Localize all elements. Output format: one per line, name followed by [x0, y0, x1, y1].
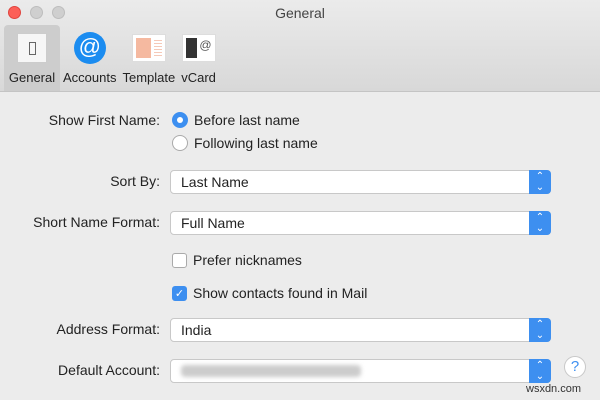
- watermark: wsxdn.com: [526, 383, 582, 395]
- blurred-account: [181, 365, 361, 377]
- tab-template[interactable]: Template: [119, 25, 178, 91]
- switch-icon: [15, 32, 49, 64]
- help-button[interactable]: ?: [564, 356, 586, 378]
- select-value: India: [181, 322, 212, 338]
- radio-before-last-name[interactable]: Before last name: [172, 112, 300, 128]
- radio-off: [172, 135, 188, 151]
- chevron-updown-icon: ⌃ ⌄: [529, 211, 551, 235]
- vcard-icon: @: [181, 32, 216, 64]
- address-format-label: Address Format:: [56, 321, 160, 337]
- sort-by-label: Sort By:: [110, 173, 160, 189]
- checkmark-icon: ✓: [172, 285, 187, 301]
- chevron-updown-icon: ⌃ ⌄: [529, 359, 551, 383]
- sort-by-select[interactable]: Last Name ⌃ ⌄: [170, 170, 551, 194]
- title-bar: General General @ Accounts Template @ vC…: [0, 0, 600, 92]
- tab-label: General: [8, 70, 56, 85]
- at-icon: @: [73, 32, 107, 64]
- checkbox-label: Show contacts found in Mail: [193, 285, 368, 301]
- short-name-format-label: Short Name Format:: [33, 214, 160, 230]
- prefer-nicknames-checkbox[interactable]: Prefer nicknames: [172, 252, 302, 268]
- chevron-updown-icon: ⌃ ⌄: [529, 170, 551, 194]
- radio-on: [172, 112, 188, 128]
- select-value: Last Name: [181, 174, 249, 190]
- radio-label: Following last name: [194, 135, 318, 151]
- tab-label: vCard: [181, 70, 216, 85]
- short-name-format-select[interactable]: Full Name ⌃ ⌄: [170, 211, 551, 235]
- tab-label: Accounts: [63, 70, 117, 85]
- radio-following-last-name[interactable]: Following last name: [172, 135, 318, 151]
- default-account-label: Default Account:: [58, 362, 160, 378]
- checkbox-off: [172, 252, 187, 268]
- tab-accounts[interactable]: @ Accounts: [60, 25, 119, 91]
- tab-label: Template: [122, 70, 176, 85]
- select-value: Full Name: [181, 215, 245, 231]
- tab-general[interactable]: General: [4, 25, 60, 91]
- tab-vcard[interactable]: @ vCard: [178, 25, 219, 91]
- address-format-select[interactable]: India ⌃ ⌄: [170, 318, 551, 342]
- checkbox-label: Prefer nicknames: [193, 252, 302, 268]
- window-title: General: [275, 5, 325, 21]
- chevron-updown-icon: ⌃ ⌄: [529, 318, 551, 342]
- default-account-select[interactable]: ⌃ ⌄: [170, 359, 551, 383]
- radio-label: Before last name: [194, 112, 300, 128]
- show-first-name-label: Show First Name:: [48, 112, 160, 128]
- template-icon: [131, 32, 166, 64]
- show-contacts-checkbox[interactable]: ✓ Show contacts found in Mail: [172, 285, 367, 301]
